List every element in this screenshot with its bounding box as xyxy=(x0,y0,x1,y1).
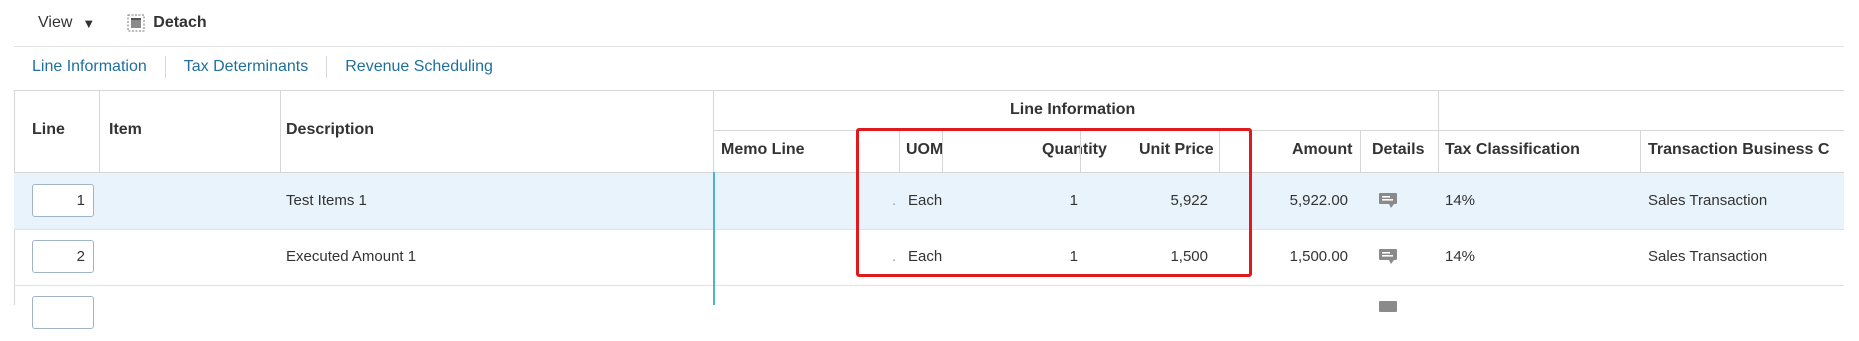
details-icon[interactable] xyxy=(1378,247,1398,265)
subtab-bar: Line Information Tax Determinants Revenu… xyxy=(14,48,511,86)
col-divider xyxy=(1438,90,1439,172)
column-header-transaction-business[interactable]: Transaction Business C xyxy=(1648,141,1829,159)
group-header-divider xyxy=(713,130,1844,131)
table-row[interactable] xyxy=(14,285,1844,341)
col-divider xyxy=(942,130,943,172)
table-row[interactable]: 1 Test Items 1 . Each 1 5,922 5,922.00 1… xyxy=(14,173,1844,230)
tax-classification-cell: 14% xyxy=(1445,192,1476,209)
col-divider xyxy=(99,90,100,172)
column-header-description[interactable]: Description xyxy=(286,121,374,139)
unit-price-cell: 1,500 xyxy=(1170,248,1208,265)
col-divider xyxy=(280,90,281,172)
col-divider xyxy=(713,90,714,172)
col-divider xyxy=(1640,130,1641,172)
tab-tax-determinants[interactable]: Tax Determinants xyxy=(166,56,328,78)
column-header-tax-classification[interactable]: Tax Classification xyxy=(1445,141,1580,159)
column-header-quantity[interactable]: Quantity xyxy=(1042,141,1107,159)
quantity-cell: 1 xyxy=(1069,192,1078,209)
col-divider xyxy=(1360,130,1361,172)
col-divider xyxy=(899,130,900,172)
column-header-uom[interactable]: UOM xyxy=(906,141,943,159)
transaction-business-cell: Sales Transaction xyxy=(1648,248,1768,265)
line-number-field[interactable] xyxy=(32,296,94,329)
tab-line-information[interactable]: Line Information xyxy=(14,56,166,78)
chevron-down-icon: ▼ xyxy=(82,15,96,31)
group-header-line-information: Line Information xyxy=(1010,101,1136,118)
col-divider xyxy=(1219,130,1220,172)
view-menu-button[interactable]: View ▼ xyxy=(38,14,95,32)
line-number-field[interactable]: 2 xyxy=(32,240,94,273)
toolbar-divider xyxy=(14,46,1844,47)
uom-cell: Each xyxy=(908,192,943,209)
column-header-unit-price[interactable]: Unit Price xyxy=(1139,141,1214,159)
memo-dot: . xyxy=(892,192,897,209)
detach-button[interactable]: Detach xyxy=(127,14,207,32)
table-top-border xyxy=(14,90,1844,91)
details-icon[interactable] xyxy=(1378,191,1398,209)
transaction-business-cell: Sales Transaction xyxy=(1648,192,1768,209)
column-header-line[interactable]: Line xyxy=(32,121,65,139)
description-cell: Test Items 1 xyxy=(286,192,367,209)
quantity-cell: 1 xyxy=(1069,248,1078,265)
toolbar: View ▼ Detach xyxy=(14,0,1844,46)
column-header-amount[interactable]: Amount xyxy=(1292,141,1352,159)
column-header-memo-line[interactable]: Memo Line xyxy=(721,141,805,159)
detach-label: Detach xyxy=(153,14,207,31)
amount-cell: 5,922.00 xyxy=(1289,192,1348,209)
details-icon[interactable] xyxy=(1378,299,1398,317)
memo-dot: . xyxy=(892,248,897,265)
unit-price-cell: 5,922 xyxy=(1170,192,1208,209)
detach-icon xyxy=(127,14,145,32)
column-header-item[interactable]: Item xyxy=(109,121,142,139)
frozen-column-divider xyxy=(713,172,715,305)
line-number-field[interactable]: 1 xyxy=(32,184,94,217)
description-cell: Executed Amount 1 xyxy=(286,248,417,265)
tax-classification-cell: 14% xyxy=(1445,248,1476,265)
tab-revenue-scheduling[interactable]: Revenue Scheduling xyxy=(327,56,511,78)
col-divider xyxy=(1080,130,1081,172)
uom-cell: Each xyxy=(908,248,943,265)
column-header-details[interactable]: Details xyxy=(1372,141,1424,159)
view-menu-label: View xyxy=(38,14,73,31)
table-row[interactable]: 2 Executed Amount 1 . Each 1 1,500 1,500… xyxy=(14,229,1844,286)
amount-cell: 1,500.00 xyxy=(1289,248,1348,265)
